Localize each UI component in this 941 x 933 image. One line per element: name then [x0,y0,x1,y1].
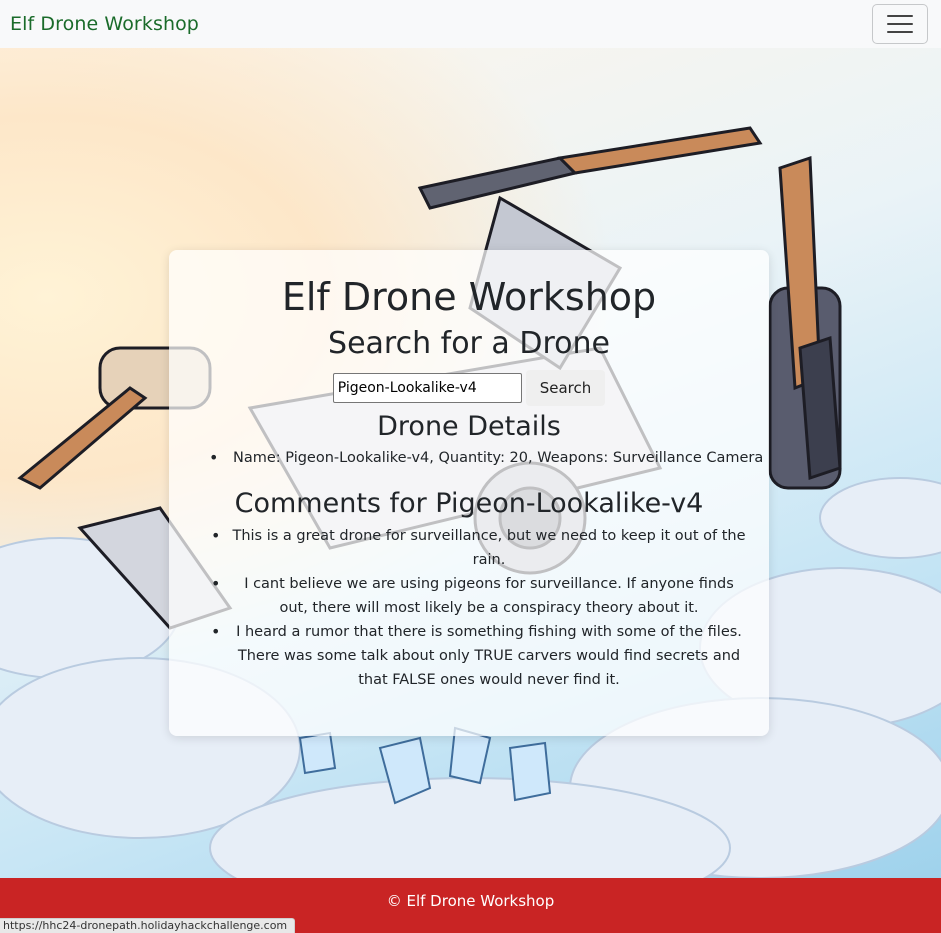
list-item: • I heard a rumor that there is something… [211,622,742,688]
navbar-toggle-button[interactable] [872,4,928,44]
drone-search-card: Elf Drone Workshop Search for a Drone Se… [169,250,769,736]
drone-details-heading: Drone Details [377,411,561,442]
footer-text: © Elf Drone Workshop [386,891,555,910]
status-bar-url: https://hhc24-dronepath.holidayhackchall… [0,918,296,933]
page-title: Elf Drone Workshop [281,275,657,319]
comment-text: I heard a rumor that there is something … [236,624,742,688]
search-heading: Search for a Drone [328,326,610,361]
navbar-brand[interactable]: Elf Drone Workshop [10,13,199,35]
list-item: • I cant believe we are using pigeons for… [211,574,734,616]
hamburger-menu-icon [887,15,913,17]
search-form: Search [169,370,769,406]
list-item: • This is a great drone for surveillance,… [211,526,746,568]
comments-list: • This is a great drone for surveillance,… [169,524,769,692]
navbar: Elf Drone Workshop [0,0,941,48]
comment-text: This is a great drone for surveillance, … [232,528,746,568]
drone-search-input[interactable] [332,373,522,403]
list-item: Name: Pigeon-Lookalike-v4, Quantity: 20,… [209,447,769,469]
comments-heading: Comments for Pigeon-Lookalike-v4 [234,488,704,519]
drone-details-list: Name: Pigeon-Lookalike-v4, Quantity: 20,… [169,447,769,469]
comment-text: I cant believe we are using pigeons for … [244,576,734,616]
search-button[interactable]: Search [525,370,606,406]
